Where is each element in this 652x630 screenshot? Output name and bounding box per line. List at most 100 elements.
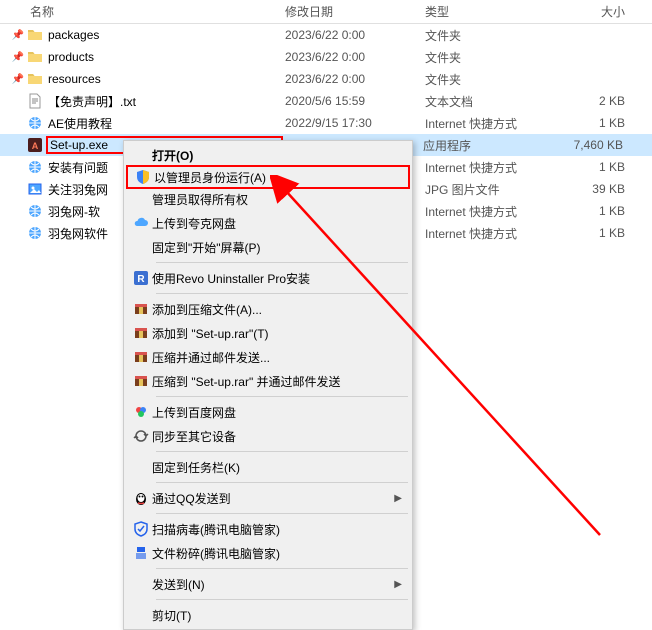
- column-size[interactable]: 大小: [555, 3, 625, 20]
- menu-scan-virus[interactable]: 扫描病毒(腾讯电脑管家): [126, 517, 410, 541]
- tencent-scan-icon: [130, 520, 152, 538]
- url-icon: [26, 224, 44, 242]
- blank-icon: [130, 238, 152, 256]
- column-name[interactable]: 名称: [30, 3, 285, 20]
- menu-baidu-upload[interactable]: 上传到百度网盘: [126, 400, 410, 424]
- menu-rar-addto[interactable]: 添加到 "Set-up.rar"(T): [126, 321, 410, 345]
- menu-separator: [156, 293, 408, 294]
- baidu-cloud-icon: [130, 403, 152, 421]
- menu-rar-add[interactable]: 添加到压缩文件(A)...: [126, 297, 410, 321]
- blank-icon: [130, 146, 152, 164]
- blank-icon: [130, 606, 152, 624]
- file-type: 应用程序: [423, 137, 553, 154]
- folder-icon: [26, 48, 44, 66]
- file-size: 7,460 KB: [553, 138, 623, 152]
- file-date: 2023/6/22 0:00: [285, 50, 425, 64]
- file-date: 2023/6/22 0:00: [285, 28, 425, 42]
- file-size: 1 KB: [555, 116, 625, 130]
- file-name: AE使用教程: [48, 115, 285, 132]
- menu-rar-mailto[interactable]: 压缩到 "Set-up.rar" 并通过邮件发送: [126, 369, 410, 393]
- file-row[interactable]: 📌 packages2023/6/22 0:00文件夹: [0, 24, 652, 46]
- menu-rar-add-label: 添加到压缩文件(A)...: [152, 301, 402, 318]
- menu-file-shred[interactable]: 文件粉碎(腾讯电脑管家): [126, 541, 410, 565]
- file-date: 2023/6/22 0:00: [285, 72, 425, 86]
- pin-icon: 📌: [10, 30, 26, 41]
- file-name: packages: [48, 28, 285, 42]
- exe-icon: A: [26, 136, 44, 154]
- file-name: products: [48, 50, 285, 64]
- menu-pin-to-start-label: 固定到"开始"屏幕(P): [152, 239, 402, 256]
- svg-text:A: A: [32, 141, 39, 151]
- shield-icon: [132, 168, 154, 186]
- menu-cut[interactable]: 剪切(T): [126, 603, 410, 627]
- menu-scan-label: 扫描病毒(腾讯电脑管家): [152, 521, 402, 538]
- menu-send-to-label: 发送到(N): [152, 576, 392, 593]
- menu-rar-mail[interactable]: 压缩并通过邮件发送...: [126, 345, 410, 369]
- winrar-icon: [130, 300, 152, 318]
- cloud-icon: [130, 214, 152, 232]
- submenu-arrow-icon: ▶: [394, 493, 402, 504]
- winrar-icon: [130, 348, 152, 366]
- menu-separator: [156, 396, 408, 397]
- column-date[interactable]: 修改日期: [285, 3, 425, 20]
- file-row[interactable]: 📌resources2023/6/22 0:00文件夹: [0, 68, 652, 90]
- menu-take-ownership[interactable]: 管理员取得所有权: [126, 187, 410, 211]
- file-size: 39 KB: [555, 182, 625, 196]
- qq-icon: [130, 489, 152, 507]
- file-type: 文件夹: [425, 27, 555, 44]
- file-size: 2 KB: [555, 94, 625, 108]
- menu-separator: [156, 451, 408, 452]
- column-type[interactable]: 类型: [425, 3, 555, 20]
- menu-pin-to-start[interactable]: 固定到"开始"屏幕(P): [126, 235, 410, 259]
- menu-send-to[interactable]: 发送到(N) ▶: [126, 572, 410, 596]
- file-name: 【免责声明】.txt: [48, 93, 285, 110]
- menu-upload-kuake[interactable]: 上传到夸克网盘: [126, 211, 410, 235]
- submenu-arrow-icon: ▶: [394, 579, 402, 590]
- url-icon: [26, 202, 44, 220]
- blank-icon: [130, 458, 152, 476]
- menu-qq-label: 通过QQ发送到: [152, 490, 392, 507]
- file-type: Internet 快捷方式: [425, 225, 555, 242]
- blank-icon: [130, 575, 152, 593]
- menu-separator: [156, 482, 408, 483]
- menu-qq-send[interactable]: 通过QQ发送到 ▶: [126, 486, 410, 510]
- menu-revo-install[interactable]: R 使用Revo Uninstaller Pro安装: [126, 266, 410, 290]
- menu-open[interactable]: 打开(O): [126, 143, 410, 167]
- file-type: 文件夹: [425, 49, 555, 66]
- menu-open-label: 打开(O): [152, 147, 402, 164]
- url-icon: [26, 114, 44, 132]
- file-type: Internet 快捷方式: [425, 203, 555, 220]
- menu-rar-addto-label: 添加到 "Set-up.rar"(T): [152, 325, 402, 342]
- menu-run-as-admin[interactable]: 以管理员身份运行(A): [126, 165, 410, 189]
- file-row[interactable]: 📌 products2023/6/22 0:00文件夹: [0, 46, 652, 68]
- tencent-shred-icon: [130, 544, 152, 562]
- file-size: 1 KB: [555, 160, 625, 174]
- menu-revo-label: 使用Revo Uninstaller Pro安装: [152, 270, 402, 287]
- revo-icon: R: [130, 269, 152, 287]
- menu-upload-kuake-label: 上传到夸克网盘: [152, 215, 402, 232]
- file-size: 1 KB: [555, 226, 625, 240]
- menu-baidu-sync-label: 同步至其它设备: [152, 428, 402, 445]
- file-row[interactable]: AE使用教程2022/9/15 17:30Internet 快捷方式1 KB: [0, 112, 652, 134]
- file-type: JPG 图片文件: [425, 181, 555, 198]
- menu-run-as-admin-label: 以管理员身份运行(A): [154, 169, 400, 186]
- menu-separator: [156, 513, 408, 514]
- winrar-icon: [130, 372, 152, 390]
- folder-icon: [26, 26, 44, 44]
- menu-pin-taskbar[interactable]: 固定到任务栏(K): [126, 455, 410, 479]
- pin-icon: 📌: [10, 52, 26, 63]
- menu-baidu-sync[interactable]: 同步至其它设备: [126, 424, 410, 448]
- file-size: 1 KB: [555, 204, 625, 218]
- file-type: 文件夹: [425, 71, 555, 88]
- file-row[interactable]: 【免责声明】.txt2020/5/6 15:59文本文档2 KB: [0, 90, 652, 112]
- menu-take-ownership-label: 管理员取得所有权: [152, 191, 402, 208]
- menu-separator: [156, 568, 408, 569]
- file-type: Internet 快捷方式: [425, 115, 555, 132]
- txt-icon: [26, 92, 44, 110]
- file-date: 2020/5/6 15:59: [285, 94, 425, 108]
- file-date: 2022/9/15 17:30: [285, 116, 425, 130]
- winrar-icon: [130, 324, 152, 342]
- menu-cut-label: 剪切(T): [152, 607, 402, 624]
- url-icon: [26, 158, 44, 176]
- menu-rar-mail-label: 压缩并通过邮件发送...: [152, 349, 402, 366]
